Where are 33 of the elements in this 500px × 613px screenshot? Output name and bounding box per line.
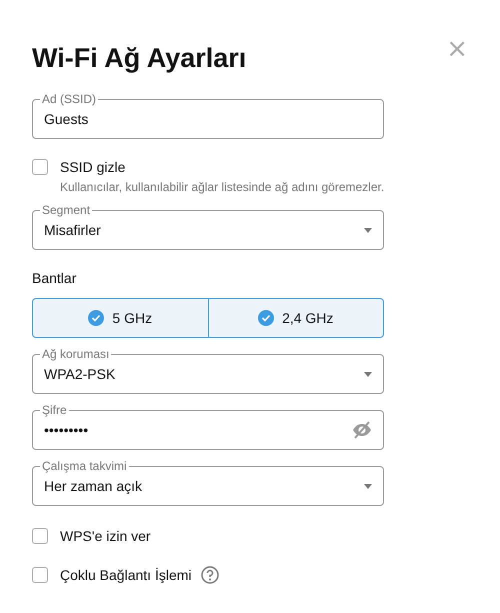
field-label: Şifre — [40, 403, 69, 417]
dropdown-field[interactable]: Çalışma takvimi Her zaman açık — [32, 459, 384, 506]
help-icon — [200, 566, 219, 584]
check-circle-icon — [258, 310, 274, 326]
dropdown-caret-icon — [364, 372, 372, 376]
input-field[interactable]: Ad (SSID) Guests — [32, 92, 384, 139]
band-toggle[interactable]: 5 GHz — [32, 298, 208, 338]
field-value: Guests — [44, 111, 90, 127]
checkbox[interactable] — [32, 528, 48, 544]
band-toggle[interactable]: 2,4 GHz — [208, 298, 384, 338]
field-value: Misafirler — [44, 222, 102, 238]
field-value: Her zaman açık — [44, 478, 144, 494]
dropdown-field[interactable]: Segment Misafirler — [32, 203, 384, 250]
dropdown-caret-icon — [364, 228, 372, 232]
field-label: Çalışma takvimi — [40, 459, 129, 473]
section-label: Bantlar — [32, 270, 78, 286]
field-value: WPA2-PSK — [44, 366, 116, 382]
check-circle-icon — [88, 310, 104, 326]
field-value: ••••••••• — [44, 422, 90, 438]
dropdown-caret-icon — [364, 484, 372, 488]
password-field[interactable]: Şifre ••••••••• — [32, 403, 384, 450]
dropdown-field[interactable]: Ağ koruması WPA2-PSK — [32, 347, 384, 394]
hint-text: Kullanıcılar, kullanılabilir ağlar listesinde ağ adını göremezler. — [60, 180, 386, 194]
checkbox[interactable] — [32, 159, 48, 175]
eye-slash-icon — [352, 421, 372, 439]
checkbox-label: WPS'e izin ver — [60, 528, 151, 544]
checkbox[interactable] — [32, 567, 48, 583]
dialog-title: Wi-Fi Ağ Ayarları — [32, 42, 246, 74]
field-label: Ad (SSID) — [40, 92, 98, 106]
checkbox-label: SSID gizle — [60, 159, 126, 175]
checkbox-label: Çoklu Bağlantı İşlemi — [60, 567, 192, 583]
field-label: Ağ koruması — [40, 347, 112, 361]
field-label: Segment — [40, 203, 92, 217]
